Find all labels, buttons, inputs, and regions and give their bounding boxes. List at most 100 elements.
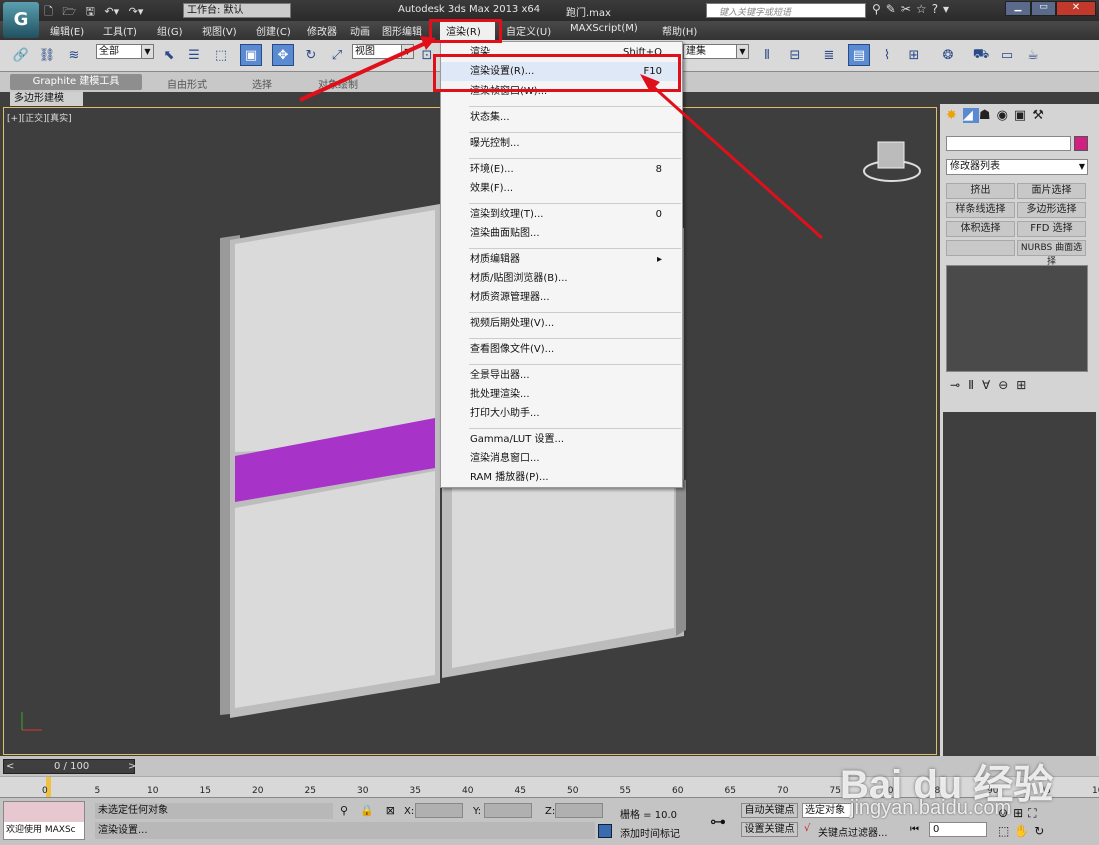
orbit-icon[interactable]: ↻ (1034, 824, 1049, 838)
add-time-tag-icon[interactable] (598, 824, 612, 838)
menu-item-view-image-file[interactable]: 查看图像文件(V)... (441, 340, 682, 359)
lock-icon[interactable]: 🔒 (360, 804, 386, 817)
select-object-icon[interactable]: ⬉ (158, 44, 180, 66)
scale-icon[interactable]: ⤢ (326, 44, 348, 66)
help-icon[interactable]: ?▾ (932, 2, 954, 16)
move-icon[interactable]: ✥ (272, 44, 294, 66)
menu-item-panorama-exporter[interactable]: 全景导出器... (441, 366, 682, 385)
unlink-icon[interactable]: ⛓ (36, 44, 58, 66)
ribbon-tab-object-paint[interactable]: 对象绘制 (318, 76, 358, 91)
star-icon[interactable]: ☆ (916, 2, 932, 16)
menu-views[interactable]: 视图(V) (202, 23, 237, 38)
remove-modifier-icon[interactable]: ⊖ (998, 378, 1016, 392)
ribbon-tab-freeform[interactable]: 自由形式 (167, 76, 207, 91)
field-of-view-icon[interactable]: ⬚ (998, 824, 1014, 838)
menu-item-video-post[interactable]: 视频后期处理(V)... (441, 314, 682, 333)
render-setup-icon[interactable]: ⛟ (970, 44, 992, 66)
app-logo-button[interactable]: G (3, 2, 39, 38)
pan-icon[interactable]: ✋ (1014, 824, 1034, 838)
auto-key-button[interactable]: 自动关键点 (741, 803, 798, 818)
selection-filter-dropdown[interactable]: 全部 ▼ (96, 44, 154, 59)
create-tab-icon[interactable]: ✸ (946, 108, 963, 123)
hierarchy-tab-icon[interactable]: ☗ (979, 108, 997, 123)
window-crossing-icon[interactable]: ▣ (240, 44, 262, 66)
maxscript-listener[interactable]: 欢迎使用 MAXSc (4, 822, 84, 839)
set-key-button[interactable]: 设置关键点 (741, 822, 798, 837)
key-filter-icon[interactable]: √ (804, 823, 810, 834)
menu-modifiers[interactable]: 修改器 (307, 23, 337, 38)
render-production-icon[interactable]: ☕ (1022, 44, 1044, 66)
align-icon[interactable]: ⊟ (784, 44, 806, 66)
polygon-modeling-label[interactable]: 多边形建模 (10, 92, 83, 106)
binoculars-icon[interactable]: ⚲ (872, 2, 886, 16)
modify-tab-icon[interactable]: ◢ (962, 108, 979, 123)
menu-group[interactable]: 组(G) (157, 23, 183, 38)
mirror-icon[interactable]: ⫴ (756, 44, 778, 66)
modifier-ffd-select-button[interactable]: FFD 选择 (1017, 221, 1086, 237)
key-filters-button[interactable]: 关键点过滤器... (818, 824, 888, 839)
pin-stack-icon[interactable]: ⊸ (950, 378, 968, 392)
link-icon[interactable]: 🔗 (10, 44, 32, 66)
menu-item-exposure-control[interactable]: 曝光控制... (441, 134, 682, 153)
schematic-view-icon[interactable]: ⊞ (903, 44, 925, 66)
modifier-volume-select-button[interactable]: 体积选择 (946, 221, 1015, 237)
menu-graph-editors[interactable]: 图形编辑 (382, 23, 422, 38)
select-by-name-icon[interactable]: ☰ (183, 44, 205, 66)
exchange-icon[interactable]: ✂ (901, 2, 916, 16)
layer-manager-icon[interactable]: ≣ (818, 44, 840, 66)
utilities-tab-icon[interactable]: ⚒ (1032, 108, 1050, 123)
menu-customize[interactable]: 自定义(U) (506, 23, 551, 38)
new-file-icon[interactable]: 🗋 (44, 5, 53, 18)
ribbon-tab-graphite[interactable]: Graphite 建模工具 (10, 74, 142, 90)
curve-editor-icon[interactable]: ⌇ (876, 44, 898, 66)
menu-item-state-sets[interactable]: 状态集... (441, 108, 682, 127)
menu-item-print-size-assistant[interactable]: 打印大小助手... (441, 404, 682, 423)
modifier-patch-select-button[interactable]: 面片选择 (1017, 183, 1086, 199)
show-end-result-icon[interactable]: Ⅱ (968, 378, 982, 392)
save-icon[interactable]: 🖫 (86, 5, 95, 18)
current-frame-field[interactable]: 0 (929, 822, 987, 837)
menu-tools[interactable]: 工具(T) (103, 23, 137, 38)
undo-icon[interactable]: ↶▾ (104, 5, 119, 18)
tools-icon[interactable]: ✎ (886, 2, 901, 16)
make-unique-icon[interactable]: ∀ (982, 378, 998, 392)
menu-item-material-editor[interactable]: 材质编辑器 ▸ (441, 250, 682, 269)
minimize-button[interactable]: ▁ (1005, 1, 1031, 16)
menu-item-environment[interactable]: 环境(E)... 8 (441, 160, 682, 179)
go-to-start-icon[interactable]: ⏮ (910, 824, 919, 835)
object-color-swatch[interactable] (1074, 136, 1088, 151)
menu-item-render-to-texture[interactable]: 渲染到纹理(T)... 0 (441, 205, 682, 224)
close-button[interactable]: ✕ (1056, 1, 1096, 16)
key-icon[interactable]: ⊶ (710, 812, 726, 831)
menu-item-ram-player[interactable]: RAM 播放器(P)... (441, 468, 682, 487)
material-editor-icon[interactable]: ❂ (937, 44, 959, 66)
bind-spacewarp-icon[interactable]: ≋ (63, 44, 85, 66)
menu-help[interactable]: 帮助(H) (662, 23, 697, 38)
open-file-icon[interactable]: 🗁 (62, 5, 76, 18)
configure-sets-icon[interactable]: ⊞ (1016, 378, 1034, 392)
menu-item-batch-render[interactable]: 批处理渲染... (441, 385, 682, 404)
menu-maxscript[interactable]: MAXScript(M) (570, 23, 638, 34)
search-input[interactable]: 键入关键字或短语 (719, 5, 791, 18)
menu-item-render-message-window[interactable]: 渲染消息窗口... (441, 449, 682, 468)
graphite-toggle-icon[interactable]: ▤ (848, 44, 870, 66)
modifier-extrude-button[interactable]: 挤出 (946, 183, 1015, 199)
time-slider[interactable]: < 0 / 100 > (3, 759, 136, 774)
rotate-icon[interactable]: ↻ (300, 44, 322, 66)
menu-animation[interactable]: 动画 (350, 23, 370, 38)
reference-coord-dropdown[interactable]: 视图 ▼ (352, 44, 414, 59)
x-coordinate-field[interactable] (415, 803, 463, 818)
viewcube-icon[interactable] (863, 141, 921, 182)
modifier-poly-select-button[interactable]: 多边形选择 (1017, 202, 1086, 218)
modifier-list-dropdown[interactable]: 修改器列表 ▼ (946, 159, 1088, 175)
menu-item-material-map-browser[interactable]: 材质/贴图浏览器(B)... (441, 269, 682, 288)
redo-icon[interactable]: ↷▾ (129, 5, 144, 18)
menu-item-material-explorer[interactable]: 材质资源管理器... (441, 288, 682, 307)
modifier-stack-list[interactable] (946, 265, 1088, 372)
menu-edit[interactable]: 编辑(E) (50, 23, 84, 38)
ribbon-tab-selection[interactable]: 选择 (252, 76, 272, 91)
z-coordinate-field[interactable] (555, 803, 603, 818)
menu-item-effects[interactable]: 效果(F)... (441, 179, 682, 198)
modifier-spline-select-button[interactable]: 样条线选择 (946, 202, 1015, 218)
rect-selection-icon[interactable]: ⬚ (210, 44, 232, 66)
